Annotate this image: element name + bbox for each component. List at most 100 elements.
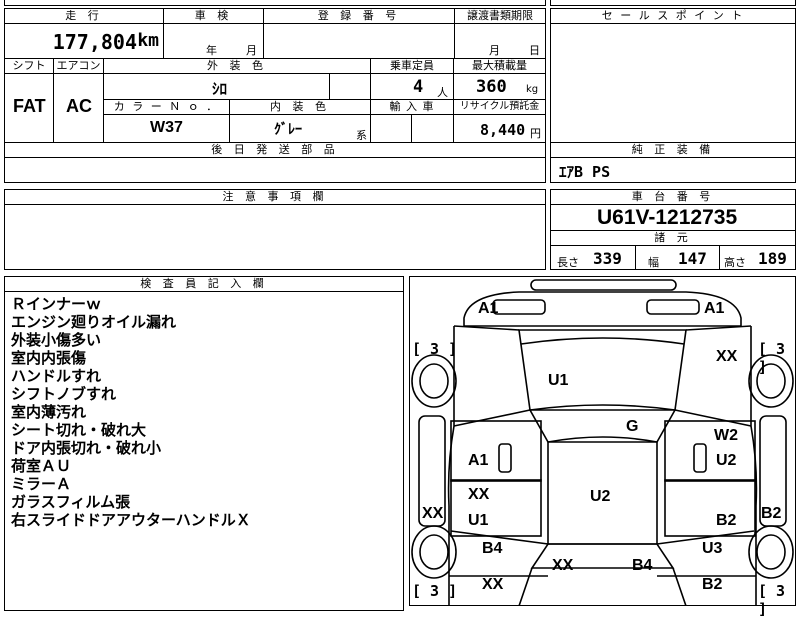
specs-width-cell: 幅 147 — [635, 245, 720, 270]
damage-code: B4 — [632, 557, 653, 574]
hood — [518, 329, 687, 411]
front-light-left — [492, 299, 546, 315]
hood-inner — [520, 337, 685, 345]
later-parts-cell — [4, 157, 546, 183]
interior-color-value: ｸﾞﾚｰ — [274, 122, 302, 138]
equipment-cell: ｴｱB PS — [550, 157, 796, 183]
sales-point-header: セ ー ル ス ポ イ ン ト — [550, 8, 796, 24]
sales-point-cell — [550, 23, 796, 143]
left-panel-2 — [450, 479, 542, 537]
recycle-value: 8,440 — [480, 121, 526, 139]
tire-tread-rear-left: [ 3 ] — [412, 582, 458, 600]
specs-width-value: 147 — [678, 249, 707, 268]
chassis-header: 車 台 番 号 — [550, 189, 796, 205]
remark-item: Ｒインナーｗ — [11, 295, 102, 313]
damage-code: U1 — [548, 372, 569, 389]
max-load-header: 最大積載量 — [453, 58, 546, 74]
aircon-cell: AC — [53, 73, 104, 143]
damage-code: U2 — [716, 452, 737, 469]
specs-header: 諸 元 — [550, 230, 796, 246]
exterior-color-cell: ｼﾛ — [103, 73, 330, 100]
damage-code: XX — [482, 576, 504, 593]
remark-item: ドア内張切れ・破れ小 — [11, 439, 162, 457]
front-light-right — [646, 299, 700, 315]
top-strip — [4, 0, 546, 6]
inspection-cell: 年 月 — [163, 23, 264, 59]
mileage-unit: km — [137, 30, 159, 51]
transfer-day-label: 日 — [529, 44, 540, 57]
mirror-left — [498, 443, 512, 473]
damage-code: XX — [468, 486, 490, 503]
remark-item: ミラーＡ — [11, 475, 72, 493]
interior-color-unit: 系 — [356, 129, 367, 142]
inspector-cell: Ｒインナーｗ エンジン廻りオイル漏れ 外装小傷多い 室内内張傷 ハンドルすれ シ… — [4, 291, 404, 611]
tire-tread-front-right: [ 3 ] — [758, 340, 786, 376]
specs-height-value: 189 — [758, 249, 787, 268]
specs-length-value: 339 — [593, 249, 622, 268]
later-parts-header: 後 日 発 送 部 品 — [4, 142, 546, 158]
body-outline — [447, 326, 758, 606]
specs-height-cell: 高さ 189 — [719, 245, 796, 270]
chassis-value: U61V-1212735 — [597, 206, 738, 229]
color-no-header: カ ラ ー Ｎ ｏ ． — [103, 99, 230, 115]
interior-color-cell: ｸﾞﾚｰ 系 — [229, 114, 371, 143]
max-load-unit: kg — [526, 84, 539, 95]
import-header: 輸 入 車 — [370, 99, 454, 115]
remarks-list: Ｒインナーｗ エンジン廻りオイル漏れ 外装小傷多い 室内内張傷 ハンドルすれ シ… — [11, 295, 251, 529]
remark-item: 外装小傷多い — [11, 331, 102, 349]
exterior-color-extra — [329, 73, 371, 100]
tire-tread-rear-right: [ 3 ] — [758, 582, 786, 618]
remark-item: シート切れ・破れ大 — [11, 421, 147, 439]
caution-header: 注 意 事 項 欄 — [4, 189, 546, 205]
right-panel-2 — [664, 479, 756, 537]
capacity-unit: 人 — [437, 86, 448, 99]
shift-value: FAT — [13, 96, 46, 116]
registration-header: 登 録 番 号 — [263, 8, 455, 24]
mileage-header: 走 行 — [4, 8, 164, 24]
recycle-header: リサイクル預託金 — [453, 99, 546, 115]
caution-cell — [4, 204, 546, 270]
recycle-unit: 円 — [530, 127, 541, 140]
capacity-header: 乗車定員 — [370, 58, 454, 74]
damage-code: A1 — [704, 300, 725, 317]
specs-width-label: 幅 — [648, 256, 659, 269]
damage-code: B2 — [716, 512, 737, 529]
damage-code: U1 — [468, 512, 489, 529]
damage-code: A1 — [478, 300, 499, 317]
exterior-color-header: 外 装 色 — [103, 58, 371, 74]
recycle-cell: 8,440 円 — [453, 114, 546, 143]
equipment-value: ｴｱB PS — [559, 163, 611, 181]
inspection-year-label: 年 — [206, 44, 217, 57]
capacity-cell: 4 人 — [370, 73, 454, 100]
remark-item: 室内薄汚れ — [11, 403, 87, 421]
damage-code: G — [626, 418, 639, 435]
damage-code: XX — [552, 557, 574, 574]
registration-cell — [263, 23, 455, 59]
capacity-value: 4 — [413, 77, 424, 97]
tire-tread-front-left: [ 3 ] — [412, 340, 458, 358]
damage-code: W2 — [714, 427, 738, 444]
transfer-month-label: 月 — [489, 44, 500, 57]
interior-color-header: 内 装 色 — [229, 99, 371, 115]
mileage-value: 177,804 — [52, 30, 137, 54]
damage-code: B2 — [761, 505, 782, 522]
specs-height-label: 高さ — [724, 256, 746, 269]
remark-item: シフトノブすれ — [11, 385, 117, 403]
right-panel-1 — [664, 420, 756, 482]
aircon-value: AC — [66, 96, 92, 116]
remark-item: 右スライドドアアウターハンドルＸ — [11, 511, 251, 529]
damage-code: U3 — [702, 540, 723, 557]
remark-item: ガラスフィルム張 — [11, 493, 131, 511]
sales-point-top-strip — [550, 0, 796, 6]
specs-length-cell: 長さ 339 — [550, 245, 636, 270]
mileage-cell: 177,804 km — [4, 23, 164, 59]
import-cell-left — [370, 114, 412, 143]
remark-item: 荷室ＡＵ — [11, 457, 72, 475]
exterior-color-value: ｼﾛ — [212, 80, 228, 98]
inspection-header: 車 検 — [163, 8, 264, 24]
import-cell-right — [411, 114, 454, 143]
equipment-header: 純 正 装 備 — [550, 142, 796, 158]
remark-item: ハンドルすれ — [11, 367, 102, 385]
left-panel-1 — [450, 420, 542, 482]
shift-cell: FAT — [4, 73, 54, 143]
